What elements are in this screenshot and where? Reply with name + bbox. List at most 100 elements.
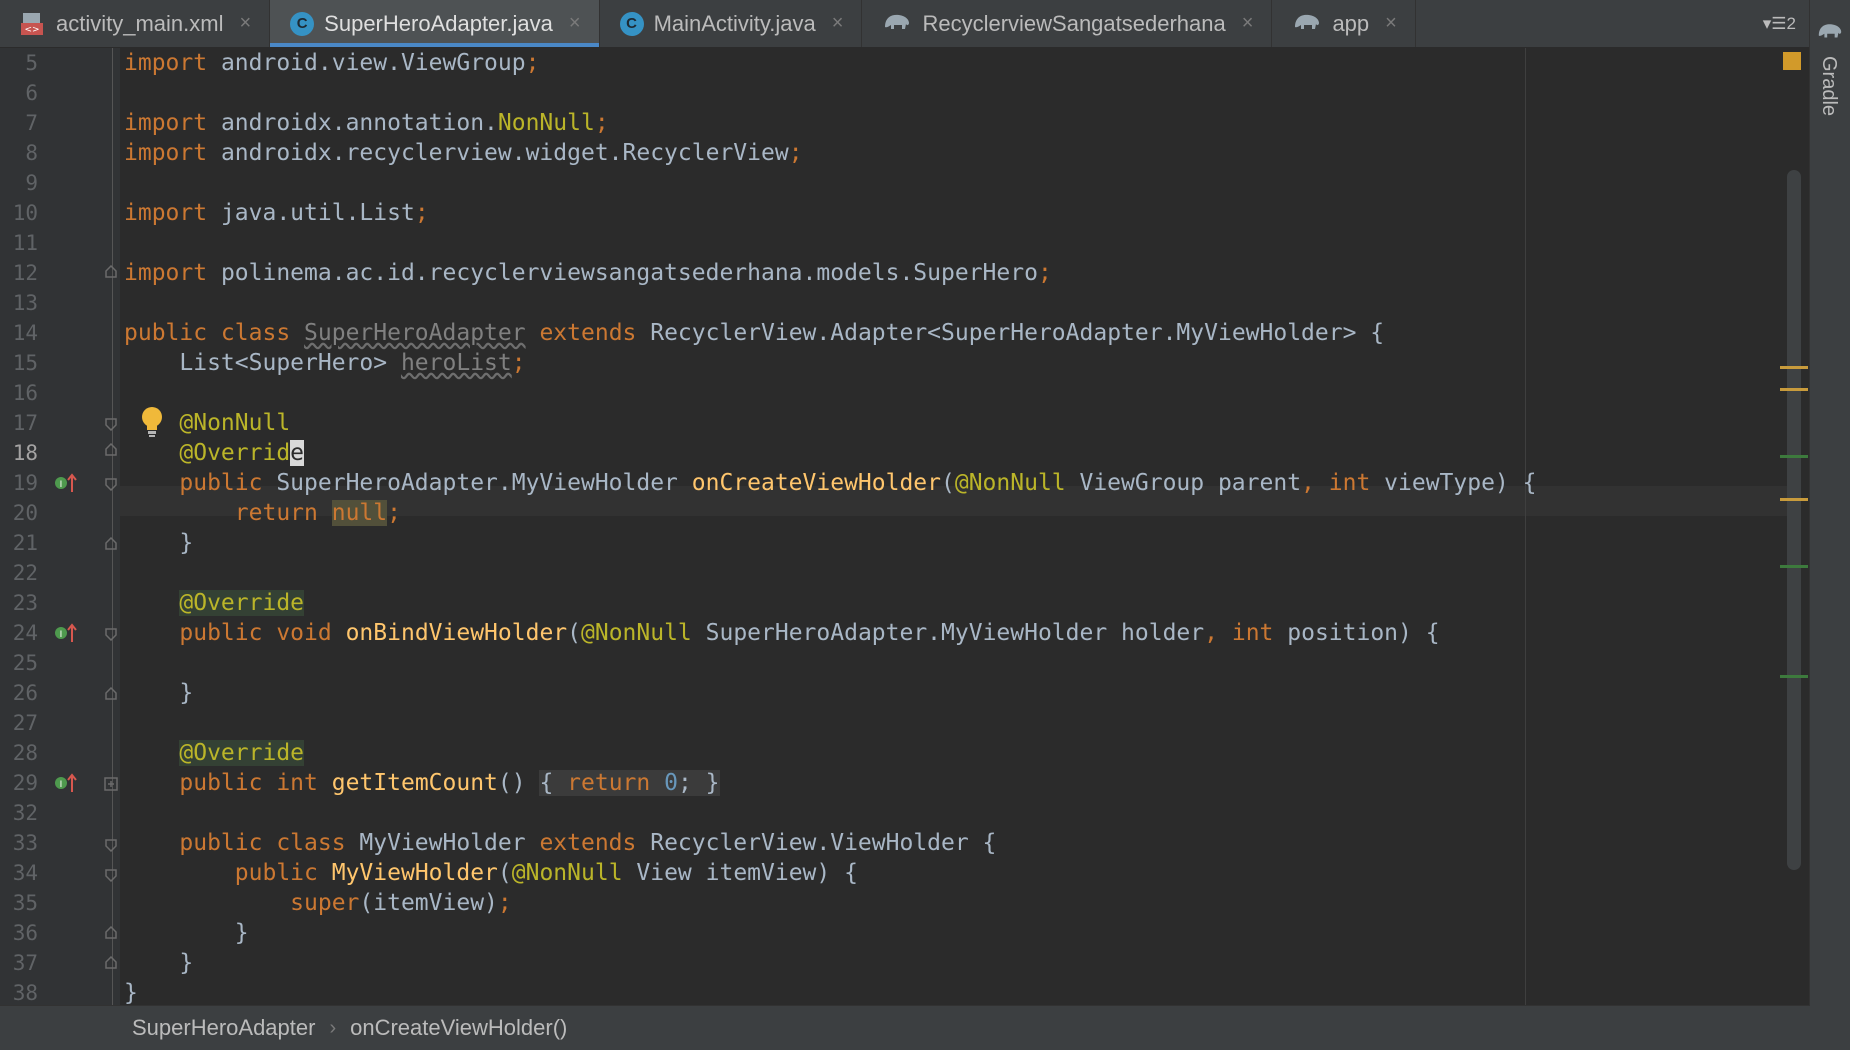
fold-end-icon[interactable] — [104, 265, 118, 279]
code-line-33[interactable]: public class MyViewHolder extends Recycl… — [124, 828, 996, 858]
line-number: 17 — [12, 411, 38, 435]
line-number: 34 — [12, 861, 38, 885]
fold-end-icon[interactable] — [104, 926, 118, 940]
vertical-scrollbar[interactable] — [1787, 170, 1801, 870]
tab-label: activity_main.xml — [56, 10, 224, 36]
line-number: 7 — [25, 111, 38, 135]
line-number: 5 — [25, 51, 38, 75]
svg-text:I: I — [60, 630, 63, 640]
gradle-elephant-icon — [1816, 18, 1844, 47]
code-line-34[interactable]: public MyViewHolder(@NonNull View itemVi… — [124, 858, 858, 888]
code-line-5[interactable]: import android.view.ViewGroup; — [124, 48, 539, 78]
inspection-warning-icon[interactable] — [1783, 52, 1801, 70]
svg-text:<>: <> — [24, 25, 39, 35]
override-method-icon[interactable]: I — [53, 771, 79, 795]
override-method-icon[interactable]: I — [53, 621, 79, 645]
code-line-23[interactable]: @Override — [124, 588, 305, 618]
code-line-19[interactable]: public SuperHeroAdapter.MyViewHolder onC… — [124, 468, 1536, 498]
code-line-29[interactable]: public int getItemCount() { return 0; } — [124, 768, 720, 798]
line-number: 10 — [12, 201, 38, 225]
fold-end-icon[interactable] — [104, 537, 118, 551]
warning-stripe[interactable] — [1780, 388, 1808, 391]
fold-end-icon[interactable] — [104, 443, 118, 457]
breadcrumb-item-class[interactable]: SuperHeroAdapter — [132, 1015, 315, 1041]
code-editor[interactable]: import android.view.ViewGroup; import an… — [120, 48, 1800, 1008]
tab-label: SuperHeroAdapter.java — [324, 10, 553, 36]
code-line-8[interactable]: import androidx.recyclerview.widget.Recy… — [124, 138, 803, 168]
breadcrumb: SuperHeroAdapter › onCreateViewHolder() — [0, 1005, 1810, 1050]
line-number: 24 — [12, 621, 38, 645]
tab-mainactivity-java[interactable]: C MainActivity.java × — [600, 0, 863, 47]
line-number: 14 — [12, 321, 38, 345]
fold-end-icon[interactable] — [104, 687, 118, 701]
close-icon[interactable]: × — [832, 12, 844, 35]
fold-start-icon[interactable] — [104, 477, 118, 491]
code-line-21[interactable]: } — [124, 528, 193, 558]
code-line-38[interactable]: } — [124, 978, 138, 1008]
change-stripe[interactable] — [1780, 675, 1808, 678]
gradle-tool-button[interactable]: Gradle — [1817, 56, 1840, 116]
recent-tabs-menu[interactable]: ▾☰ 2 — [1763, 0, 1810, 47]
close-icon[interactable]: × — [1242, 12, 1254, 35]
svg-text:I: I — [60, 480, 63, 490]
line-number: 35 — [12, 891, 38, 915]
code-line-35[interactable]: super(itemView); — [124, 888, 512, 918]
line-number: 15 — [12, 351, 38, 375]
fold-expand-icon[interactable] — [104, 777, 118, 791]
override-method-icon[interactable]: I — [53, 471, 79, 495]
close-icon[interactable]: × — [1385, 12, 1397, 35]
code-line-36[interactable]: } — [124, 918, 249, 948]
line-number: 9 — [25, 171, 38, 195]
text-caret: e — [290, 440, 305, 466]
code-line-17[interactable]: @NonNull — [124, 408, 290, 438]
code-line-14[interactable]: public class SuperHeroAdapter extends Re… — [124, 318, 1384, 348]
line-number: 20 — [12, 501, 38, 525]
gradle-tool-window-strip: Gradle — [1809, 0, 1850, 1050]
tab-label: app — [1332, 10, 1370, 36]
tab-app-gradle[interactable]: app × — [1272, 0, 1416, 47]
xml-file-icon: <> — [20, 11, 46, 37]
line-number: 11 — [12, 231, 38, 255]
close-icon[interactable]: × — [239, 12, 251, 35]
code-line-10[interactable]: import java.util.List; — [124, 198, 429, 228]
code-line-26[interactable]: } — [124, 678, 193, 708]
right-margin-guide — [1525, 48, 1526, 1005]
line-number: 16 — [12, 381, 38, 405]
java-class-icon: C — [619, 11, 644, 36]
line-number: 21 — [12, 531, 38, 555]
change-stripe[interactable] — [1780, 455, 1808, 458]
line-number: 6 — [25, 81, 38, 105]
change-stripe[interactable] — [1780, 565, 1808, 568]
code-line-24[interactable]: public void onBindViewHolder(@NonNull Su… — [124, 618, 1439, 648]
line-number: 28 — [12, 741, 38, 765]
java-class-icon: C — [290, 11, 315, 36]
code-line-12[interactable]: import polinema.ac.id.recyclerviewsangat… — [124, 258, 1052, 288]
line-number: 12 — [12, 261, 38, 285]
gradle-elephant-icon — [882, 9, 912, 39]
breadcrumb-item-method[interactable]: onCreateViewHolder() — [350, 1015, 567, 1041]
code-line-7[interactable]: import androidx.annotation.NonNull; — [124, 108, 609, 138]
fold-start-icon[interactable] — [104, 868, 118, 882]
code-line-15[interactable]: List<SuperHero> heroList; — [124, 348, 525, 378]
code-line-28[interactable]: @Override — [124, 738, 305, 768]
line-number: 26 — [12, 681, 38, 705]
tab-superheroadapter-java[interactable]: C SuperHeroAdapter.java × — [270, 0, 600, 47]
fold-end-icon[interactable] — [104, 956, 118, 970]
code-line-20[interactable]: return null; — [124, 498, 401, 528]
warning-stripe[interactable] — [1780, 498, 1808, 501]
tab-activity-main-xml[interactable]: <> activity_main.xml × — [0, 0, 271, 47]
gradle-elephant-icon — [1292, 9, 1322, 39]
fold-start-icon[interactable] — [104, 417, 118, 431]
fold-start-icon[interactable] — [104, 627, 118, 641]
code-line-18[interactable]: @Override — [124, 438, 305, 468]
tab-count: 2 — [1786, 13, 1796, 33]
folded-code-region[interactable]: { return 0; } — [539, 770, 720, 796]
warning-stripe[interactable] — [1780, 366, 1808, 369]
tab-label: MainActivity.java — [653, 10, 816, 36]
code-line-37[interactable]: } — [124, 948, 193, 978]
list-menu-icon: ▾☰ — [1762, 13, 1787, 33]
tab-gradle-project[interactable]: RecyclerviewSangatsederhana × — [862, 0, 1273, 47]
close-icon[interactable]: × — [569, 12, 581, 35]
fold-start-icon[interactable] — [104, 838, 118, 852]
line-number: 13 — [12, 291, 38, 315]
